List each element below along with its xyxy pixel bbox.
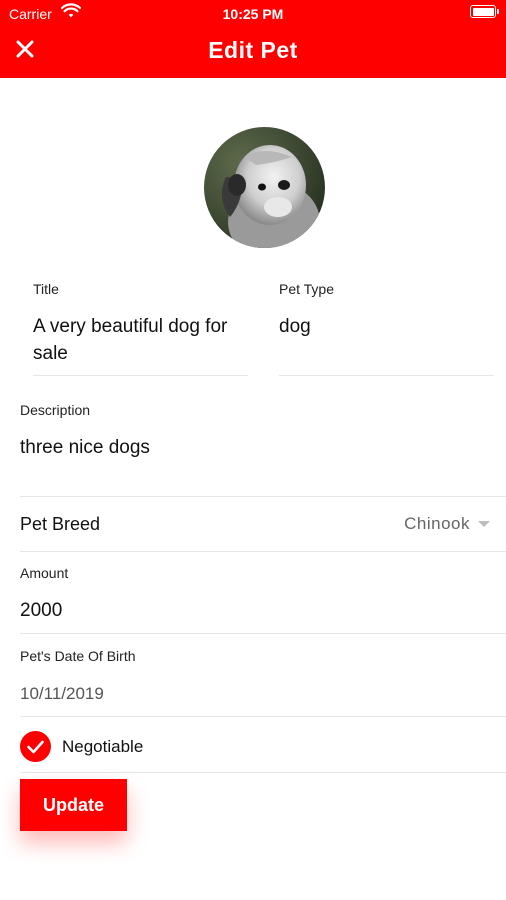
pet-breed-select[interactable]: Chinook (404, 514, 470, 534)
page-title: Edit Pet (208, 37, 298, 63)
date-of-birth-input[interactable]: 10/11/2019 (20, 680, 104, 707)
title-divider (33, 375, 248, 376)
pet-photo-avatar[interactable] (204, 127, 325, 248)
amount-divider (20, 633, 506, 634)
title-label: Title (33, 281, 59, 297)
date-of-birth-label: Pet's Date Of Birth (20, 648, 136, 664)
status-bar: Carrier 10:25 PM (0, 0, 506, 28)
status-time: 10:25 PM (222, 6, 284, 22)
description-input[interactable]: three nice dogs (20, 434, 480, 461)
app-header: Carrier 10:25 PM Edit Pet (0, 0, 506, 78)
amount-input[interactable]: 2000 (20, 597, 62, 624)
pet-type-input[interactable]: dog (279, 313, 479, 340)
title-input[interactable]: A very beautiful dog for sale (33, 313, 238, 367)
negotiable-label: Negotiable (62, 737, 144, 756)
date-of-birth-divider (20, 716, 506, 717)
negotiable-checkbox[interactable] (20, 731, 51, 762)
pet-type-divider (279, 375, 494, 376)
battery-icon (470, 5, 499, 18)
description-divider (20, 496, 506, 497)
chevron-down-icon[interactable] (478, 521, 490, 527)
checkmark-icon (27, 740, 44, 754)
pet-breed-label: Pet Breed (20, 514, 101, 534)
negotiable-divider (20, 772, 506, 773)
description-label: Description (20, 402, 91, 418)
update-button[interactable]: Update (20, 779, 127, 831)
pet-breed-divider (20, 551, 506, 552)
amount-label: Amount (20, 565, 69, 581)
pet-type-label: Pet Type (279, 281, 335, 297)
